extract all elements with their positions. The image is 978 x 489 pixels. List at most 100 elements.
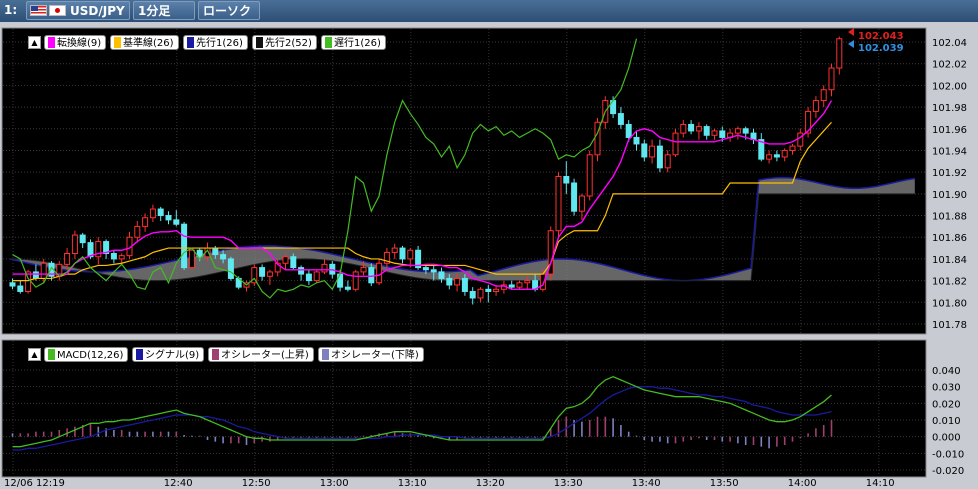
time-tick-label: 13:30 [554, 478, 583, 489]
candle-body [625, 123, 632, 138]
candle-body [828, 67, 835, 91]
legend-label: 先行2(52) [265, 38, 312, 49]
candle-body [360, 267, 367, 273]
legend-swatch [212, 349, 219, 360]
candle-body [79, 234, 86, 244]
legend-item[interactable]: 転換線(9) [44, 35, 107, 50]
candle-body [485, 288, 492, 292]
price-tick-label: 102.00 [932, 81, 967, 92]
candle-body [446, 277, 453, 286]
candle-body [649, 145, 656, 158]
candle-body [368, 267, 375, 284]
candle-body [71, 234, 78, 254]
candle-body [641, 143, 648, 158]
candle-body [734, 128, 741, 134]
candle-body [134, 225, 141, 238]
legend-item[interactable]: 遅行1(26) [321, 35, 386, 50]
legend-label: オシレーター(上昇) [221, 350, 309, 361]
price-tick-label: 101.86 [932, 233, 967, 244]
collapse-macd-legend-button[interactable]: ▲ [28, 348, 41, 361]
candle-body [469, 290, 476, 299]
candle-body [781, 149, 788, 158]
price-tick-label: 101.78 [932, 320, 967, 331]
candle-body [430, 269, 437, 273]
time-tick-label: 14:00 [788, 478, 817, 489]
candle-body [586, 154, 593, 197]
price-tick-label: 101.98 [932, 103, 967, 114]
candle-body [220, 254, 227, 260]
candle-body [344, 286, 351, 290]
time-tick-label: 14:10 [866, 478, 895, 489]
legend-item[interactable]: オシレーター(下降) [318, 347, 424, 362]
legend-swatch [256, 37, 263, 48]
symbol-selector[interactable]: USD/JPY [26, 1, 130, 20]
candle-body [337, 273, 344, 288]
time-tick-label: 13:20 [476, 478, 505, 489]
time-tick-label: 13:00 [320, 478, 349, 489]
time-tick-label: 13:50 [710, 478, 739, 489]
candle-body [524, 280, 531, 284]
legend-item[interactable]: シグナル(9) [132, 347, 205, 362]
candle-body [32, 271, 39, 279]
macd-tick-label: 0.040 [932, 366, 961, 377]
jp-flag-icon [49, 5, 66, 16]
candle-body [508, 284, 515, 288]
candle-body [789, 145, 796, 151]
legend-label: 転換線(9) [57, 38, 102, 49]
chart-area: 102.04 102.02 102.00 101.98 101.96 101.94 101.… [0, 22, 978, 489]
candle-body [555, 175, 562, 232]
candle-body [227, 258, 234, 279]
candle-body [672, 132, 679, 156]
symbol-label: USD/JPY [70, 4, 125, 18]
candle-body [617, 113, 624, 125]
time-tick-label: 12/06 12:19 [4, 478, 65, 489]
candle-body [422, 267, 429, 271]
chart-type-selector[interactable]: ローソク [198, 1, 260, 20]
candle-body [313, 271, 320, 282]
candle-body [305, 273, 312, 282]
legend-label: オシレーター(下降) [331, 350, 419, 361]
candle-body [438, 271, 445, 279]
price-tick-label: 101.92 [932, 168, 967, 179]
legend-swatch [325, 37, 332, 48]
time-tick-label: 13:40 [632, 478, 661, 489]
legend-item[interactable]: 先行1(26) [183, 35, 248, 50]
candle-body [282, 256, 289, 264]
candle-body [110, 253, 117, 260]
candle-body [399, 247, 406, 260]
candle-body [766, 154, 773, 160]
candle-body [680, 123, 687, 134]
legend-label: シグナル(9) [145, 350, 200, 361]
time-tick-label: 13:10 [398, 478, 427, 489]
candle-body [149, 208, 156, 219]
candle-body [321, 263, 328, 273]
candle-body [352, 271, 359, 290]
cloud-price-label: 102.039 [858, 43, 904, 54]
interval-selector[interactable]: 1分足 [133, 1, 195, 20]
candle-body [157, 208, 164, 217]
price-tick-label: 101.82 [932, 277, 967, 288]
candle-body [290, 256, 297, 269]
legend-item[interactable]: MACD(12,26) [44, 347, 129, 362]
candle-body [516, 282, 523, 288]
candle-body [64, 253, 71, 265]
candle-body [454, 277, 461, 286]
candle-body [9, 282, 16, 287]
candle-body [266, 271, 273, 277]
price-tick-label: 101.94 [932, 146, 967, 157]
legend-item[interactable]: 基準線(26) [110, 35, 179, 50]
time-tick-label: 12:50 [242, 478, 271, 489]
candle-body [17, 285, 24, 292]
macd-tick-label: 0.020 [932, 399, 961, 410]
legend-swatch [48, 349, 55, 360]
legend-swatch [187, 37, 194, 48]
collapse-price-legend-button[interactable]: ▲ [28, 36, 41, 49]
candle-body [664, 154, 671, 169]
macd-tick-label: -0.020 [932, 466, 964, 477]
legend-label: 基準線(26) [123, 38, 174, 49]
legend-item[interactable]: 先行2(52) [252, 35, 317, 50]
candle-body [165, 215, 172, 221]
macd-tick-label: 0.000 [932, 433, 961, 444]
candle-body [376, 262, 383, 284]
legend-item[interactable]: オシレーター(上昇) [208, 347, 314, 362]
